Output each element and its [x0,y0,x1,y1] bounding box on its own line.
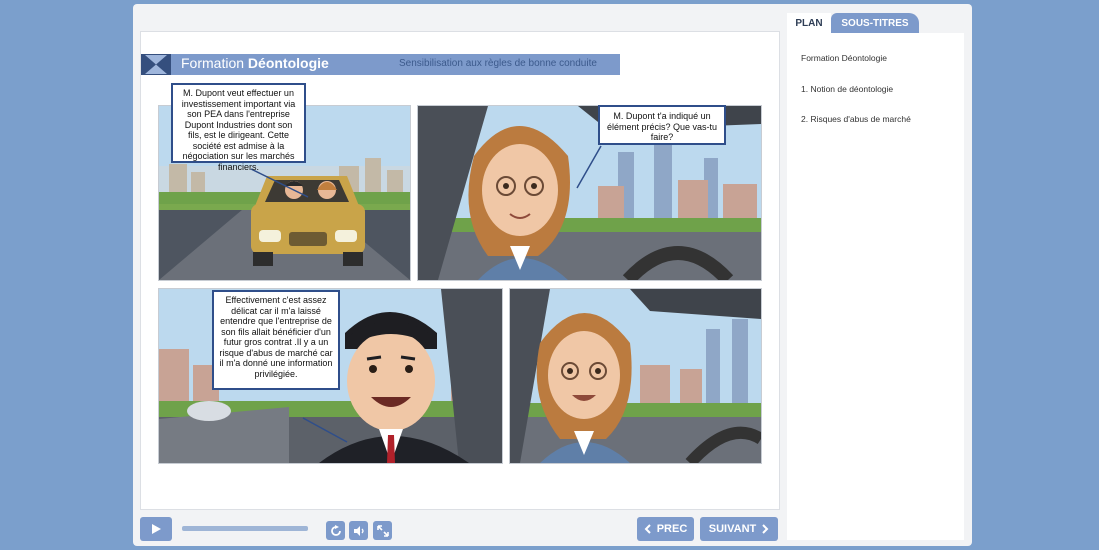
fullscreen-icon [376,524,389,537]
plan-item-risques[interactable]: 2. Risques d'abus de marché [801,114,911,124]
fullscreen-button[interactable] [373,521,392,540]
prev-button[interactable]: PREC [637,517,694,541]
sidebar: PLAN SOUS-TITRES Formation Déontologie 1… [787,13,964,540]
prev-label: PREC [656,523,688,535]
speech-bubble-answer: Effectivement c'est assez délicat car il… [212,290,340,390]
next-label: SUIVANT [708,523,757,535]
course-subtitle: Sensibilisation aux règles de bonne cond… [399,58,597,69]
speech-bubble-narration: M. Dupont veut effectuer un investisseme… [171,83,306,172]
volume-button[interactable] [349,521,368,540]
course-title: Formation Déontologie [181,55,329,71]
bowtie-logo [141,54,171,75]
plan-item-notion[interactable]: 1. Notion de déontologie [801,84,893,94]
tab-plan[interactable]: PLAN [787,13,831,33]
plan-item-formation[interactable]: Formation Déontologie [801,53,887,63]
next-button[interactable]: SUIVANT [700,517,778,541]
plan-panel: Formation Déontologie 1. Notion de déont… [787,33,964,540]
play-button[interactable] [140,517,172,541]
tab-sous-titres[interactable]: SOUS-TITRES [831,13,919,33]
replay-icon [330,524,341,536]
slide-canvas: Formation Déontologie Sensibilisation au… [140,31,780,510]
chevron-left-icon [644,524,651,534]
progress-bar[interactable] [182,526,308,531]
course-banner: Formation Déontologie Sensibilisation au… [141,54,620,75]
speech-bubble-question: M. Dupont t'a indiqué un élément précis?… [598,105,726,145]
chevron-right-icon [762,524,769,534]
replay-button[interactable] [326,521,345,540]
play-icon [152,524,161,534]
volume-icon [353,525,364,536]
course-player: Formation Déontologie Sensibilisation au… [133,4,972,546]
comic-panel-woman-smiling [509,288,762,464]
